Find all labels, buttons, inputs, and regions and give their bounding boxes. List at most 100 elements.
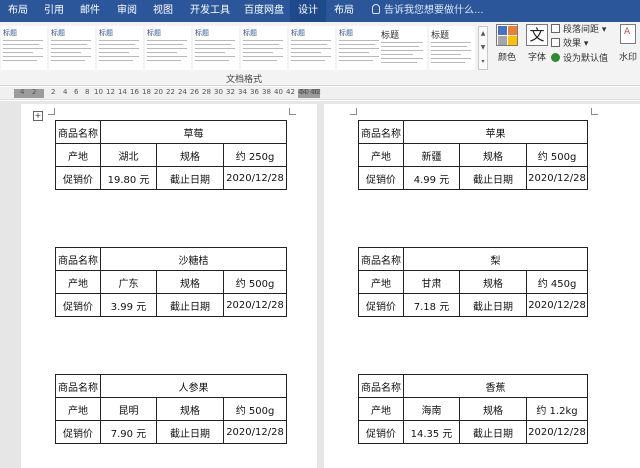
tab-mailings[interactable]: 邮件 — [80, 0, 100, 22]
date-value-cell[interactable]: 2020/12/28 — [526, 166, 588, 190]
date-value-cell[interactable]: 2020/12/28 — [222, 420, 288, 444]
horizontal-ruler[interactable]: 4 2 2 4 6 8 10 12 14 16 18 20 22 24 26 2… — [0, 87, 640, 100]
chevron-down-icon[interactable]: ▼ — [479, 41, 487, 55]
tab-layout[interactable]: 布局 — [8, 0, 28, 22]
tell-me-text: 告诉我您想要做什么... — [384, 5, 484, 16]
price-value-cell[interactable]: 3.99 元 — [100, 293, 157, 317]
style-thumb-5[interactable]: 标题 — [193, 26, 239, 70]
product-name-cell[interactable]: 人参果 — [99, 374, 288, 398]
tab-baidu-netdisk[interactable]: 百度网盘 — [244, 0, 284, 22]
name-label-cell[interactable]: 商品名称 — [358, 247, 404, 271]
tab-references[interactable]: 引用 — [44, 0, 64, 22]
table-row: 商品名称 沙糖桔 — [55, 247, 288, 271]
price-value-cell[interactable]: 14.35 元 — [403, 420, 460, 444]
spec-value-cell[interactable]: 约 500g — [526, 143, 588, 167]
style-thumb-3[interactable]: 标题 — [97, 26, 143, 70]
table-move-handle-icon[interactable]: + — [33, 111, 43, 121]
spec-value-cell[interactable]: 约 500g — [222, 270, 288, 294]
colors-button[interactable]: 颜色 — [492, 24, 522, 68]
spec-label-cell[interactable]: 规格 — [156, 397, 224, 421]
effects-button[interactable]: 效果 ▾ — [551, 38, 588, 51]
promo-label-cell[interactable]: 促销价 — [55, 420, 101, 444]
gallery-more-icon[interactable]: ▾ — [479, 55, 487, 69]
product-name-cell[interactable]: 香蕉 — [403, 374, 588, 398]
origin-label-cell[interactable]: 产地 — [55, 270, 101, 294]
origin-value-cell[interactable]: 湖北 — [100, 143, 157, 167]
tab-review[interactable]: 审阅 — [117, 0, 137, 22]
product-name-cell[interactable]: 沙糖桔 — [99, 247, 288, 271]
spec-label-cell[interactable]: 规格 — [459, 397, 527, 421]
promo-label-cell[interactable]: 促销价 — [55, 293, 101, 317]
origin-value-cell[interactable]: 昆明 — [100, 397, 157, 421]
date-value-cell[interactable]: 2020/12/28 — [222, 293, 288, 317]
price-value-cell[interactable]: 7.90 元 — [100, 420, 157, 444]
ribbon-tab-bar: 布局 引用 邮件 审阅 视图 开发工具 百度网盘 设计 布局 告诉我您想要做什么… — [0, 0, 640, 22]
promo-label-cell[interactable]: 促销价 — [358, 420, 404, 444]
price-value-cell[interactable]: 4.99 元 — [403, 166, 460, 190]
name-label-cell[interactable]: 商品名称 — [55, 120, 101, 144]
style-thumb-10[interactable]: 标题 — [429, 26, 475, 70]
tab-design[interactable]: 设计 — [290, 0, 326, 22]
name-label-cell[interactable]: 商品名称 — [358, 120, 404, 144]
expiry-label-cell[interactable]: 截止日期 — [459, 166, 527, 190]
origin-value-cell[interactable]: 海南 — [403, 397, 460, 421]
style-thumb-2[interactable]: 标题 — [49, 26, 95, 70]
spec-label-cell[interactable]: 规格 — [459, 270, 527, 294]
name-label-cell[interactable]: 商品名称 — [55, 247, 101, 271]
date-value-cell[interactable]: 2020/12/28 — [525, 293, 589, 317]
origin-label-cell[interactable]: 产地 — [55, 143, 101, 167]
name-label-cell[interactable]: 商品名称 — [55, 374, 101, 398]
expiry-label-cell[interactable]: 截止日期 — [459, 293, 527, 317]
expiry-label-cell[interactable]: 截止日期 — [156, 420, 224, 444]
origin-value-cell[interactable]: 新疆 — [403, 143, 460, 167]
origin-value-cell[interactable]: 广东 — [100, 270, 157, 294]
price-value-cell[interactable]: 19.80 元 — [100, 166, 157, 190]
origin-label-cell[interactable]: 产地 — [358, 270, 404, 294]
product-name-cell[interactable]: 苹果 — [403, 120, 588, 144]
tab-view[interactable]: 视图 — [153, 0, 173, 22]
spec-value-cell[interactable]: 约 450g — [525, 270, 589, 294]
watermark-button[interactable]: A 水印 — [616, 24, 640, 70]
tab-table-layout[interactable]: 布局 — [334, 0, 354, 22]
spec-label-cell[interactable]: 规格 — [156, 270, 224, 294]
date-value-cell[interactable]: 2020/12/28 — [223, 166, 287, 190]
origin-label-cell[interactable]: 产地 — [358, 143, 404, 167]
style-thumb-9[interactable]: 标题 — [379, 26, 427, 70]
margin-corner — [289, 108, 296, 115]
fonts-button[interactable]: 文 字体 — [522, 24, 552, 68]
spec-value-cell[interactable]: 约 500g — [222, 397, 288, 421]
name-label-cell[interactable]: 商品名称 — [358, 374, 404, 398]
paragraph-spacing-button[interactable]: 段落间距 ▾ — [551, 24, 606, 37]
chevron-up-icon[interactable]: ▲ — [479, 27, 487, 41]
origin-label-cell[interactable]: 产地 — [55, 397, 101, 421]
style-thumb-8[interactable]: 标题 — [337, 26, 383, 70]
ruler-margin-left — [14, 89, 44, 98]
style-thumb-6[interactable]: 标题 — [241, 26, 287, 70]
expiry-label-cell[interactable]: 截止日期 — [459, 420, 527, 444]
product-name-cell[interactable]: 梨 — [402, 247, 589, 271]
table-row: 商品名称 人参果 — [55, 374, 288, 398]
spec-label-cell[interactable]: 规格 — [459, 143, 527, 167]
origin-value-cell[interactable]: 甘肃 — [403, 270, 460, 294]
promo-label-cell[interactable]: 促销价 — [55, 166, 101, 190]
promo-label-cell[interactable]: 促销价 — [358, 166, 404, 190]
tab-developer[interactable]: 开发工具 — [190, 0, 230, 22]
product-name-cell[interactable]: 草莓 — [100, 120, 287, 144]
set-default-button[interactable]: 设为默认值 — [551, 53, 608, 66]
expiry-label-cell[interactable]: 截止日期 — [156, 293, 224, 317]
tell-me-search[interactable]: 告诉我您想要做什么... — [372, 0, 484, 22]
spec-label-cell[interactable]: 规格 — [156, 143, 224, 167]
price-value-cell[interactable]: 7.18 元 — [403, 293, 460, 317]
margin-corner — [591, 108, 598, 115]
gallery-scroll[interactable]: ▲ ▼ ▾ — [478, 26, 488, 70]
origin-label-cell[interactable]: 产地 — [358, 397, 404, 421]
style-thumb-1[interactable]: 标题 — [1, 26, 47, 70]
date-value-cell[interactable]: 2020/12/28 — [526, 420, 588, 444]
spec-value-cell[interactable]: 约 250g — [223, 143, 287, 167]
style-thumb-4[interactable]: 标题 — [145, 26, 191, 70]
expiry-label-cell[interactable]: 截止日期 — [156, 166, 224, 190]
spec-value-cell[interactable]: 约 1.2kg — [526, 397, 588, 421]
product-table: 商品名称 香蕉 产地 海南 规格 约 1.2kg 促销价 14.35 元 截止日… — [358, 374, 588, 444]
style-thumb-7[interactable]: 标题 — [289, 26, 335, 70]
promo-label-cell[interactable]: 促销价 — [358, 293, 404, 317]
